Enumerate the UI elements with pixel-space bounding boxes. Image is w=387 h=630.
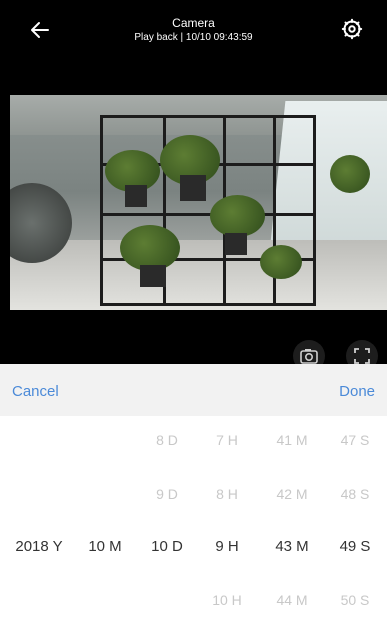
gear-icon[interactable] (341, 18, 363, 40)
header-bar: Camera Play back | 10/10 09:43:59 (0, 0, 387, 60)
year-cell[interactable] (8, 422, 70, 458)
camera-view-area: Camera Play back | 10/10 09:43:59 (0, 0, 387, 372)
hour-cell[interactable]: 10 H (204, 582, 250, 618)
year-cell[interactable] (8, 582, 70, 618)
done-button[interactable]: Done (339, 383, 375, 400)
second-cell[interactable]: 49 S (330, 529, 380, 565)
day-cell[interactable]: 8 D (144, 422, 190, 458)
second-cell[interactable]: 48 S (330, 476, 380, 512)
minute-cell[interactable]: 42 M (264, 476, 320, 512)
second-cell[interactable]: 47 S (330, 422, 380, 458)
page-title: Camera (172, 16, 215, 30)
month-cell[interactable] (80, 476, 130, 512)
cancel-button[interactable]: Cancel (12, 383, 59, 400)
datetime-picker[interactable]: 8 D 7 H 41 M 47 S 9 D 8 H 42 M 48 S 2018… (0, 416, 387, 630)
picker-row-selected[interactable]: 2018 Y 10 M 10 D 9 H 43 M 49 S (0, 529, 387, 565)
day-cell[interactable] (144, 582, 190, 618)
year-cell[interactable] (8, 476, 70, 512)
day-cell[interactable]: 9 D (144, 476, 190, 512)
month-cell[interactable] (80, 422, 130, 458)
month-cell[interactable] (80, 582, 130, 618)
year-cell[interactable]: 2018 Y (8, 529, 70, 565)
hour-cell[interactable]: 7 H (204, 422, 250, 458)
picker-row[interactable]: 9 D 8 H 42 M 48 S (0, 476, 387, 512)
video-frame[interactable] (10, 95, 387, 310)
minute-cell[interactable]: 44 M (264, 582, 320, 618)
hour-cell[interactable]: 9 H (204, 529, 250, 565)
minute-cell[interactable]: 41 M (264, 422, 320, 458)
picker-action-bar: Cancel Done (0, 364, 387, 416)
hour-cell[interactable]: 8 H (204, 476, 250, 512)
minute-cell[interactable]: 43 M (264, 529, 320, 565)
second-cell[interactable]: 50 S (330, 582, 380, 618)
picker-row[interactable]: 8 D 7 H 41 M 47 S (0, 422, 387, 458)
picker-row[interactable]: 10 H 44 M 50 S (0, 582, 387, 618)
day-cell[interactable]: 10 D (144, 529, 190, 565)
month-cell[interactable]: 10 M (80, 529, 130, 565)
playback-timestamp: Play back | 10/10 09:43:59 (134, 32, 253, 43)
